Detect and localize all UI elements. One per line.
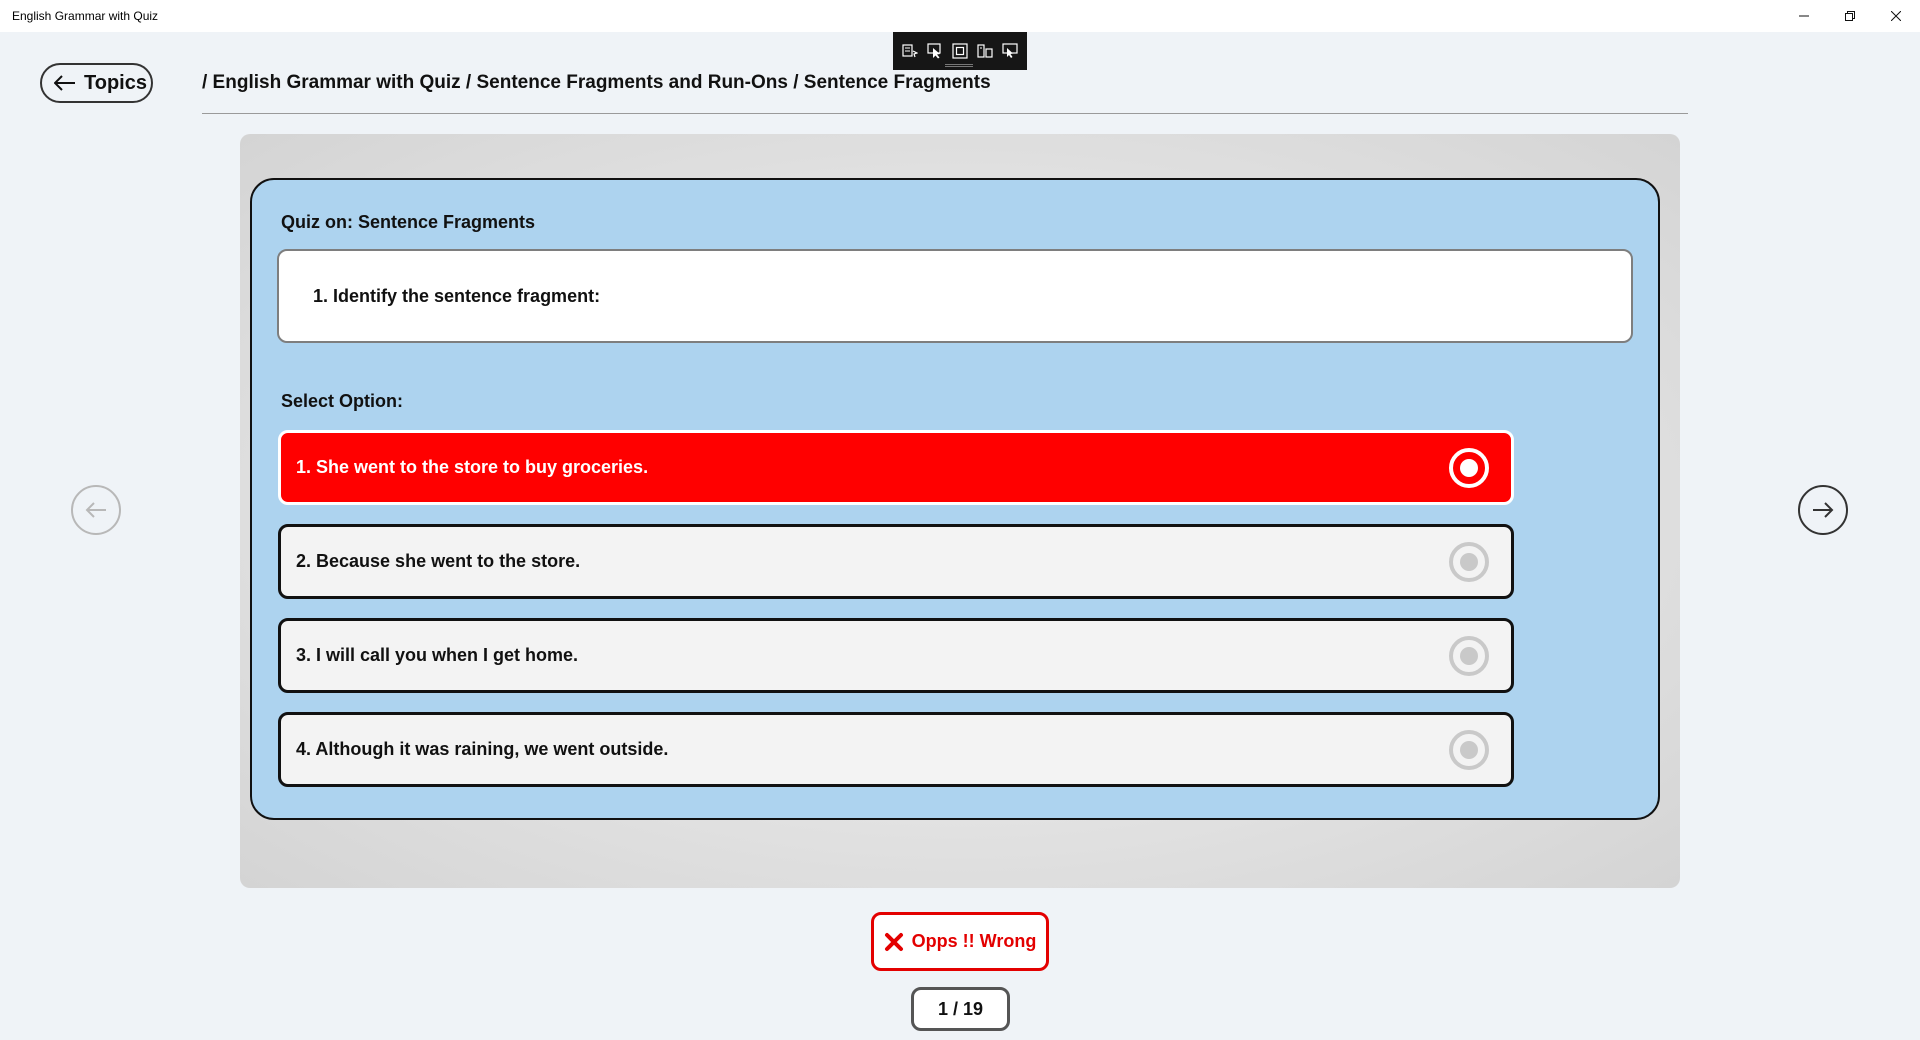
option-2[interactable]: 2. Because she went to the store.: [278, 524, 1514, 599]
track-focus-icon: [977, 44, 993, 58]
option-label: 1. She went to the store to buy grocerie…: [296, 457, 649, 477]
title-bar: English Grammar with Quiz: [0, 0, 1920, 32]
display-layout-adorners-icon: [952, 43, 968, 59]
previous-question-button[interactable]: [71, 485, 121, 535]
select-element-icon: [927, 43, 941, 59]
close-icon: [1891, 11, 1901, 21]
topics-label: Topics: [84, 71, 147, 94]
minimize-button[interactable]: [1781, 0, 1827, 32]
radio-dot: [1460, 646, 1478, 665]
feedback-text: Opps !! Wrong: [911, 931, 1037, 951]
question-counter: 1 / 19: [911, 987, 1010, 1031]
close-button[interactable]: [1873, 0, 1919, 32]
hot-reload-button[interactable]: [1002, 42, 1019, 60]
radio-dot: [1460, 458, 1478, 477]
feedback-badge: Opps !! Wrong: [871, 912, 1049, 971]
app-title: English Grammar with Quiz: [12, 9, 159, 23]
option-4[interactable]: 4. Although it was raining, we went outs…: [278, 712, 1514, 787]
live-visual-tree-icon: [901, 44, 918, 58]
breadcrumb: / English Grammar with Quiz / Sentence F…: [202, 72, 991, 93]
restore-icon: [1845, 11, 1855, 21]
next-question-button[interactable]: [1798, 485, 1848, 535]
debug-toolbar: [893, 32, 1027, 70]
arrow-left-icon: [54, 75, 75, 91]
minimize-icon: [1799, 15, 1809, 17]
option-1[interactable]: 1. She went to the store to buy grocerie…: [278, 430, 1514, 505]
question-box: 1. Identify the sentence fragment:: [277, 249, 1633, 343]
radio-icon[interactable]: [1449, 635, 1489, 676]
option-label: 3. I will call you when I get home.: [296, 645, 579, 665]
toolbar-grip[interactable]: [945, 64, 973, 67]
arrow-right-icon: [1813, 502, 1834, 518]
select-option-label: Select Option:: [281, 391, 404, 411]
arrow-left-icon: [85, 502, 106, 518]
option-3[interactable]: 3. I will call you when I get home.: [278, 618, 1514, 693]
question-text: 1. Identify the sentence fragment:: [313, 285, 601, 306]
live-visual-tree-button[interactable]: [901, 42, 918, 60]
option-label: 4. Although it was raining, we went outs…: [296, 739, 669, 759]
radio-icon[interactable]: [1449, 541, 1489, 582]
track-focus-button[interactable]: [977, 42, 994, 60]
header-divider: [202, 113, 1688, 114]
topics-back-button[interactable]: Topics: [40, 63, 153, 103]
restore-button[interactable]: [1827, 0, 1873, 32]
select-element-button[interactable]: [926, 42, 943, 60]
layout-adorners-button[interactable]: [951, 42, 968, 60]
option-label: 2. Because she went to the store.: [296, 551, 581, 571]
radio-icon[interactable]: [1449, 729, 1489, 770]
cross-icon: [884, 932, 903, 951]
radio-dot: [1460, 740, 1478, 759]
quiz-title: Quiz on: Sentence Fragments: [281, 212, 536, 232]
radio-selected-icon[interactable]: [1449, 447, 1489, 488]
radio-dot: [1460, 552, 1478, 571]
hot-reload-icon: [1002, 43, 1019, 58]
